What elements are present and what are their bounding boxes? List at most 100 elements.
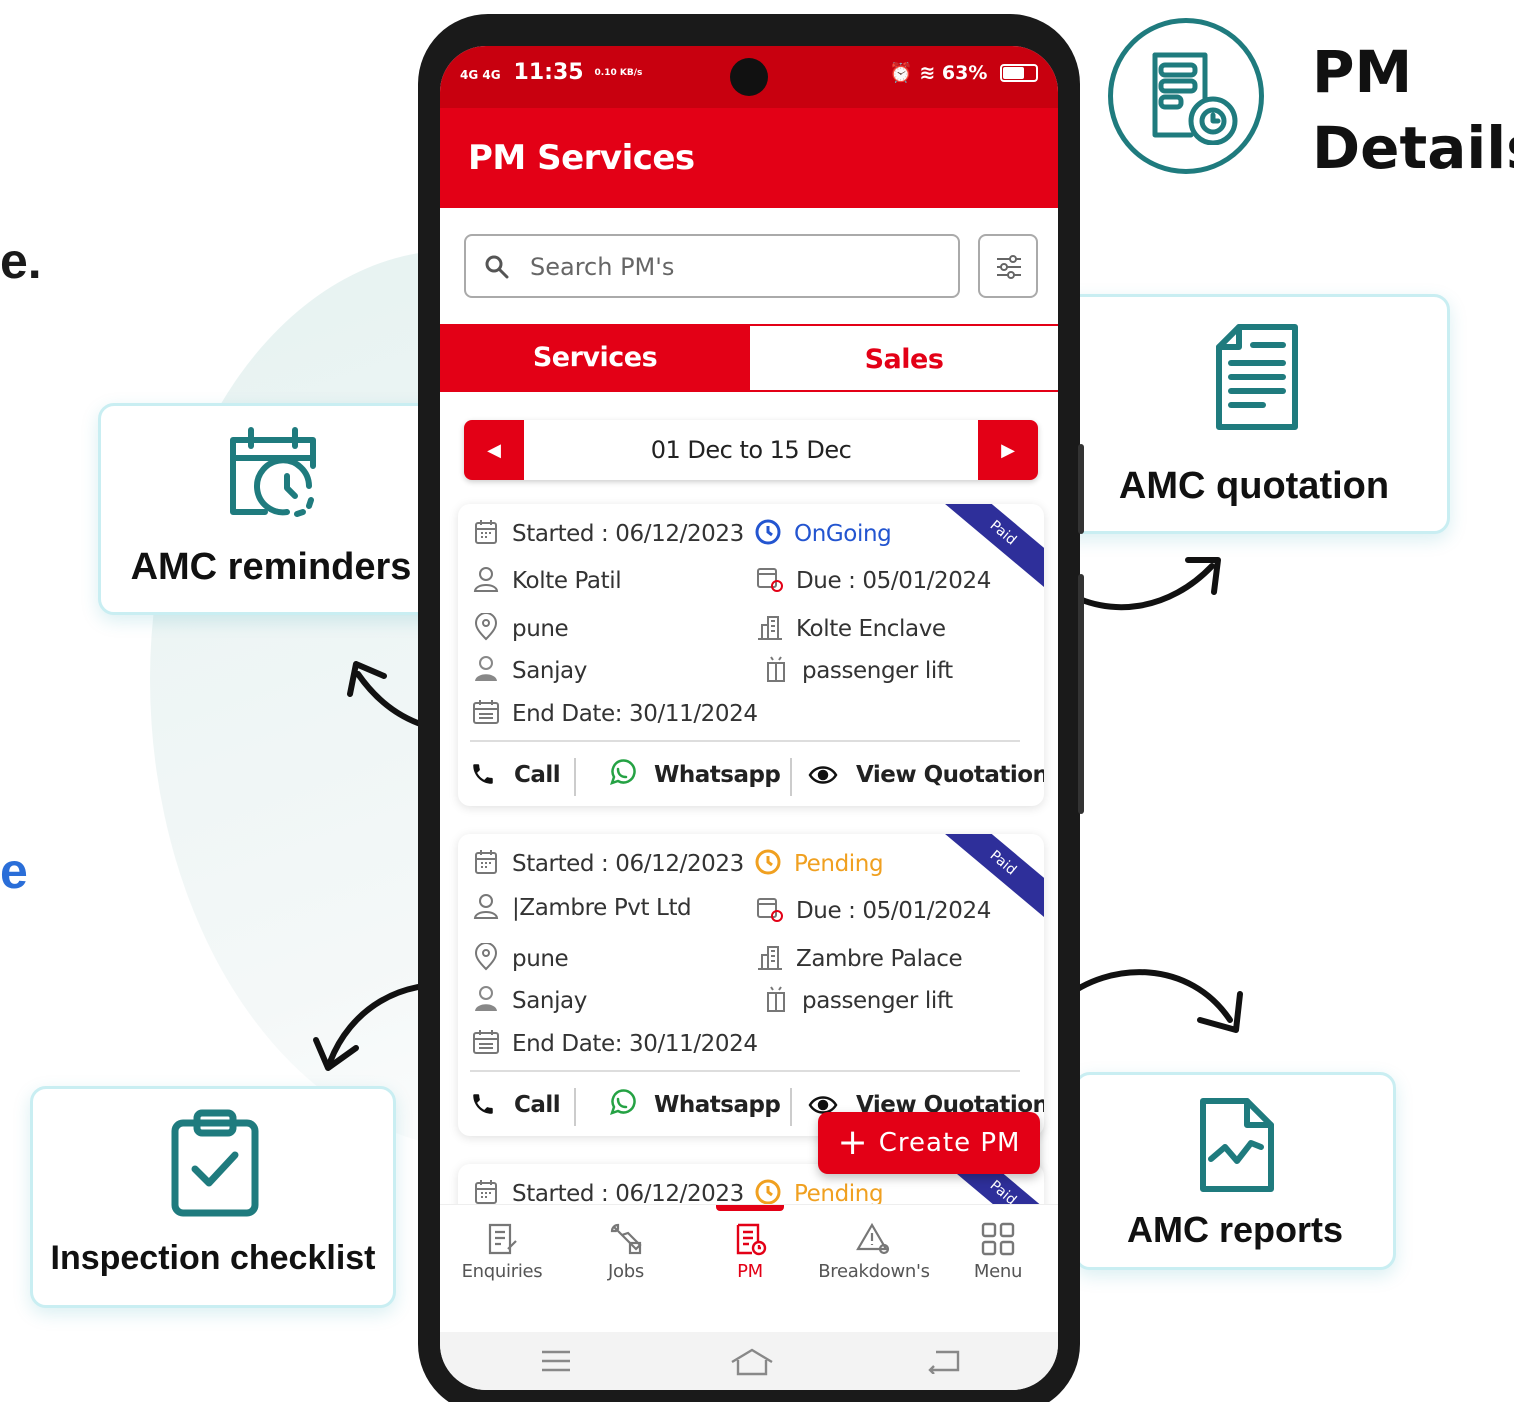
clock-icon [755,849,781,875]
due-row: Due : 05/01/2024 [756,565,991,594]
warning-gear-icon [856,1222,890,1255]
system-navigation-bar [440,1332,1058,1390]
calendar-icon [475,1180,497,1204]
call-label: Call [514,1092,561,1118]
card-divider [470,1070,1020,1072]
wifi-icon: ≋ [919,62,936,84]
whatsapp-label: Whatsapp [654,1092,781,1118]
amc-reports-label: AMC reports [1126,1209,1344,1250]
due-date: Due : 05/01/2024 [796,898,991,924]
calendar-due-icon [757,898,783,922]
customer-name: |Zambre Pvt Ltd [512,895,692,921]
recent-apps-icon[interactable] [540,1348,572,1374]
calendar-clock-icon [230,427,316,517]
customer-name: Kolte Patil [512,568,622,594]
battery-icon [1000,64,1038,82]
clock: 11:35 [513,60,584,85]
network-speed: 0.10 KB/s [594,68,643,78]
arrowhead-reports [1197,991,1243,1033]
phone-mockup: 4G 4G 11:35 0.10 KB/s ⏰ ≋ 63% PM Service… [418,14,1084,1402]
search-input[interactable] [530,250,930,284]
tab-bar: Services Sales [440,324,1058,392]
arrow-to-reports [1059,969,1233,1023]
card-actions: Call Whatsapp View Quotation [458,750,1044,800]
nav-item-pm[interactable]: PM [688,1205,812,1315]
call-button[interactable]: Call [470,1080,561,1130]
due-date: Due : 05/01/2024 [796,568,991,594]
view-quotation-button[interactable]: View Quotation [808,750,1044,800]
app-bar: PM Services [440,108,1058,208]
whatsapp-label: Whatsapp [654,762,781,788]
pm-card[interactable]: Paid Started : 06/12/2023 Pending |Zambr… [458,834,1044,1136]
nav-label: Breakdown's [818,1261,930,1282]
building-icon [758,616,782,640]
caret-left-icon: ◀ [487,440,501,460]
whatsapp-icon [610,1089,636,1115]
status-left: 4G 4G 11:35 0.10 KB/s [460,60,642,85]
amc-reports-card: AMC reports [1074,1072,1396,1270]
building-icon [758,946,782,970]
clock-icon [755,519,781,545]
calendar-icon [475,520,497,544]
nav-item-breakdowns[interactable]: Breakdown's [812,1205,936,1315]
pm-document-icon [736,1223,767,1256]
whatsapp-button[interactable]: Whatsapp [608,1080,781,1130]
status-text: OnGoing [794,521,892,547]
create-pm-label: Create PM [878,1128,1021,1158]
end-date: End Date: 30/11/2024 [512,701,758,727]
search-box[interactable] [464,234,960,298]
end-date: End Date: 30/11/2024 [512,1031,758,1057]
arrow-to-quotation [1059,563,1215,611]
calendar-end-icon [473,700,499,724]
status-right: ⏰ ≋ 63% [889,61,1038,84]
due-row: Due : 05/01/2024 [756,895,991,924]
front-camera [730,58,768,96]
volume-button [1078,444,1084,534]
technician-icon [475,986,497,1011]
call-button[interactable]: Call [470,750,561,800]
status-bar: 4G 4G 11:35 0.10 KB/s ⏰ ≋ 63% [440,46,1058,108]
calendar-end-icon [473,1030,499,1054]
location-row: pune [472,613,569,642]
back-icon[interactable] [928,1348,960,1374]
site-name: Kolte Enclave [796,616,946,642]
inspection-checklist-card: Inspection checklist [30,1086,396,1308]
enquiry-icon [488,1223,517,1255]
technician-row: Sanjay [472,985,587,1014]
calendar-icon [475,850,497,874]
nav-item-menu[interactable]: Menu [936,1205,1058,1315]
site-row: Kolte Enclave [756,613,946,642]
site-row: Zambre Palace [756,943,963,972]
whatsapp-button[interactable]: Whatsapp [608,750,781,800]
started-row: Started : 06/12/2023 [472,848,744,877]
view-quotation-label: View Quotation [856,762,1044,788]
grid-menu-icon [981,1222,1015,1256]
whatsapp-icon [610,759,636,785]
nav-label: Menu [973,1261,1023,1282]
calendar-due-icon [757,568,783,592]
nav-item-jobs[interactable]: Jobs [564,1205,688,1315]
customer-row: |Zambre Pvt Ltd [472,892,692,921]
network-indicator: 4G 4G [460,68,501,82]
amc-quotation-card: AMC quotation [1058,294,1450,534]
document-lines-icon [1216,324,1298,430]
eye-icon [808,766,838,784]
lift-type: passenger lift [802,658,953,684]
filter-button[interactable] [978,234,1038,298]
next-range-button[interactable]: ▶ [978,420,1038,480]
previous-range-button[interactable]: ◀ [464,420,524,480]
create-pm-button[interactable]: + Create PM [818,1112,1040,1174]
nav-item-enquiries[interactable]: Enquiries [440,1205,564,1315]
pm-card[interactable]: Paid Started : 06/12/2023 OnGoing Kolte … [458,504,1044,806]
date-range-label: 01 Dec to 15 Dec [650,436,852,464]
home-icon[interactable] [730,1348,774,1376]
elevator-icon [767,656,785,682]
status-text: Pending [794,851,884,877]
customer-row: Kolte Patil [472,565,622,594]
tab-sales[interactable]: Sales [750,324,1058,392]
tab-services[interactable]: Services [440,324,750,392]
tools-icon [610,1223,642,1255]
action-separator [790,1088,792,1126]
location-row: pune [472,943,569,972]
location: pune [512,616,569,642]
